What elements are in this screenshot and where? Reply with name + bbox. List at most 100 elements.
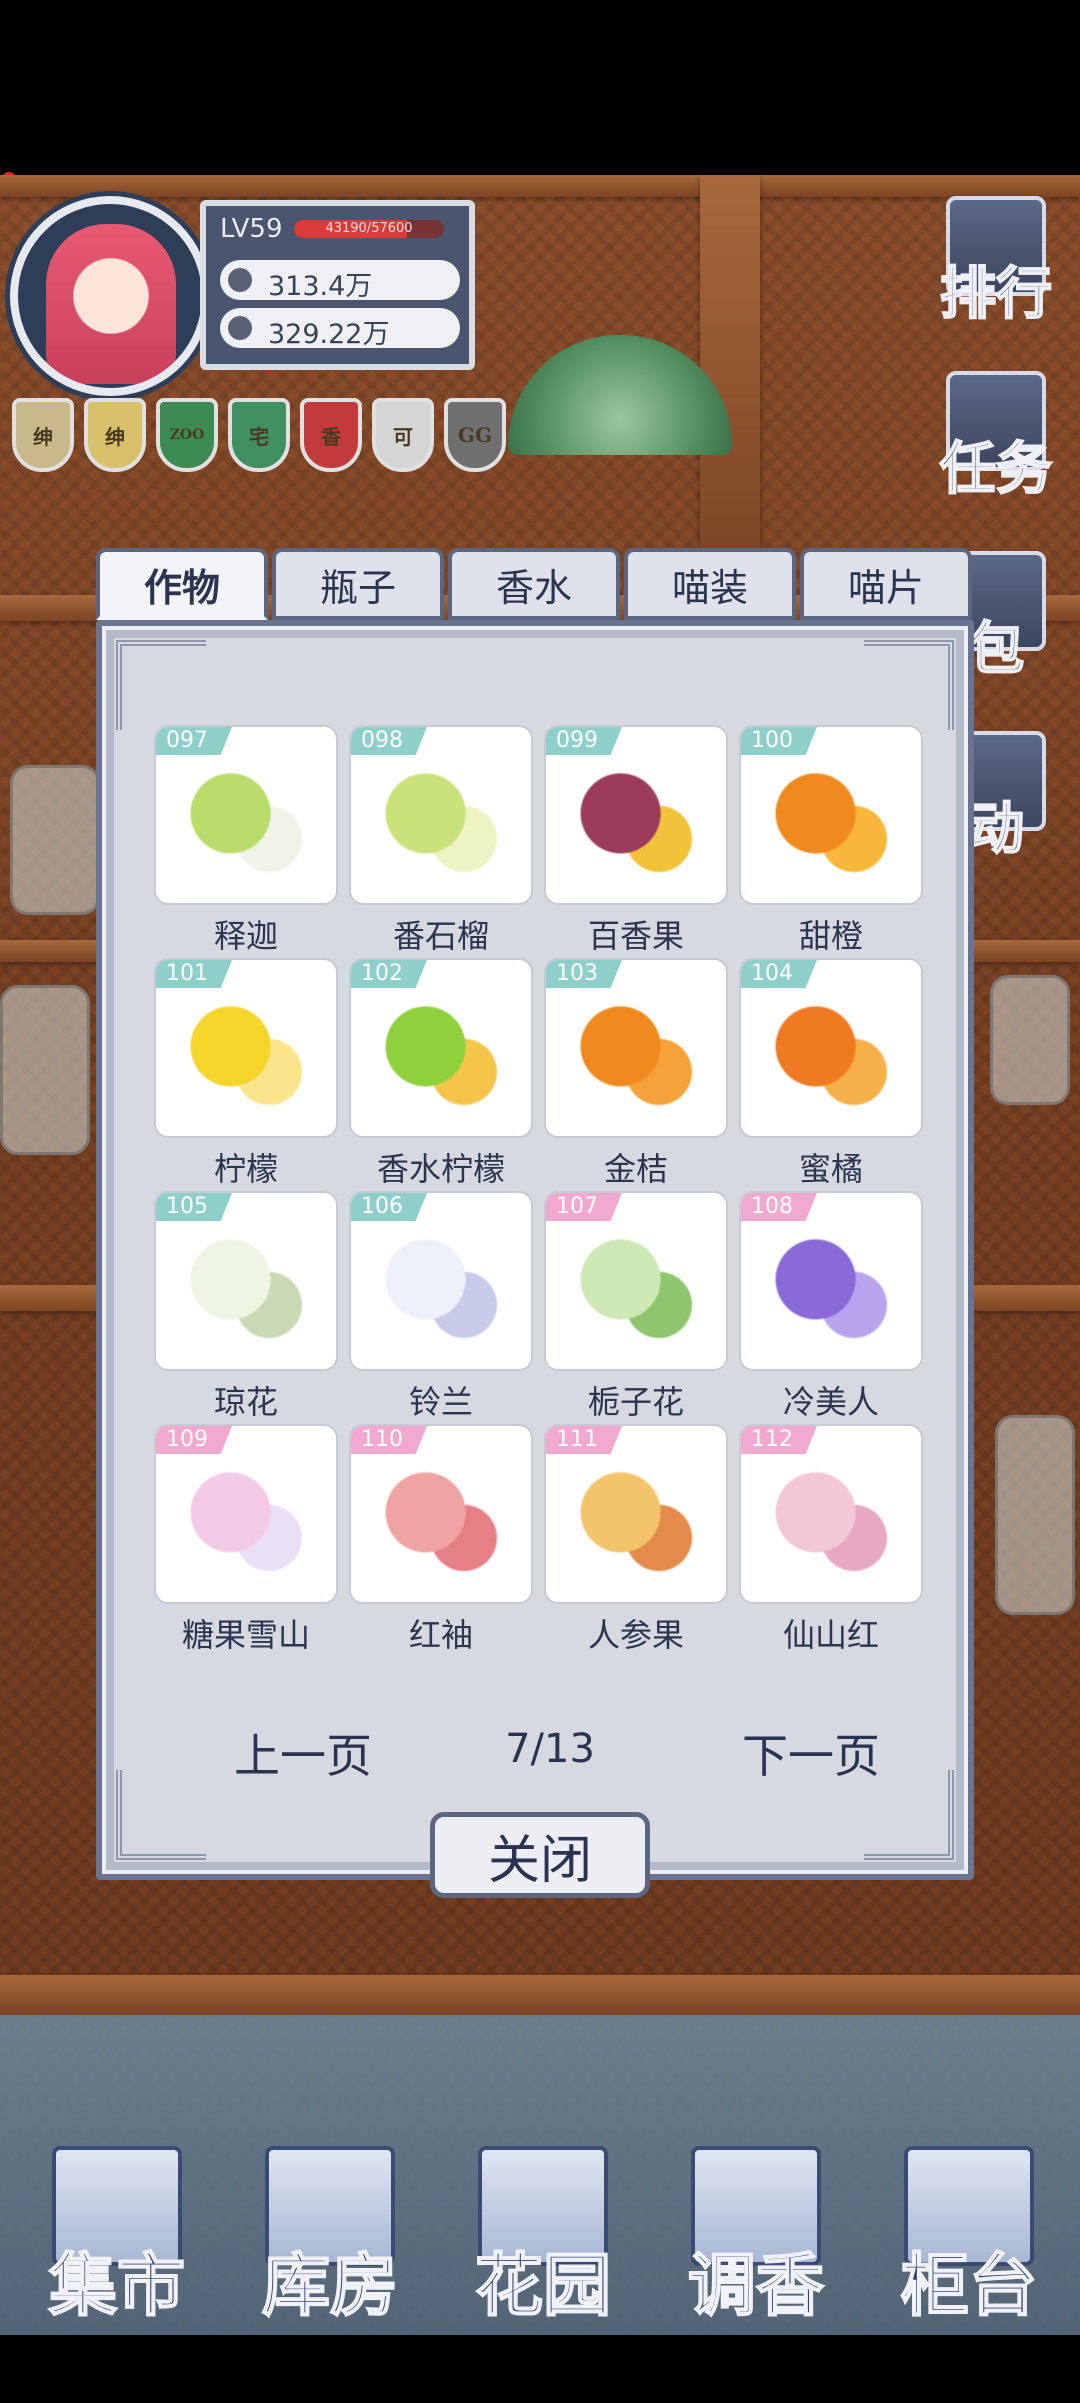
item-number-tag: 099 [546,727,622,755]
title-badge[interactable]: GG [444,398,506,472]
close-button[interactable]: 关闭 [430,1812,650,1898]
gardenia-icon [580,1233,696,1349]
side-menu-task-button[interactable]: 任务 [926,365,1066,505]
page-indicator: 7/13 [505,1726,595,1772]
item-card[interactable]: 103 金桔 [544,958,728,1188]
item-card[interactable]: 111 人参果 [544,1424,728,1654]
tab-1[interactable]: 瓶子 [272,548,444,620]
item-name: 蜜橘 [798,1150,863,1188]
item-card[interactable]: 104 蜜橘 [739,958,923,1188]
tab-2[interactable]: 香水 [448,548,620,620]
item-card[interactable]: 106 铃兰 [349,1191,533,1421]
lily-of-the-valley-icon [385,1233,501,1349]
item-name: 冷美人 [782,1383,879,1421]
nav-counter-button[interactable]: 柜台 [874,2090,1064,2327]
item-card[interactable]: 102 香水柠檬 [349,958,533,1188]
item-card[interactable]: 097 释迦 [154,725,338,955]
item-name: 人参果 [587,1616,684,1654]
item-name: 百香果 [587,917,684,955]
player-info-panel: LV59 43190/57600 313.4万 329.22万 [200,200,475,370]
nav-label: 调香 [687,2245,825,2327]
item-card[interactable]: 105 琼花 [154,1191,338,1421]
item-card[interactable]: 100 甜橙 [739,725,923,955]
nav-perfume-mixing-button[interactable]: 调香 [661,2090,851,2327]
item-name: 金桔 [603,1150,668,1188]
item-name: 仙山红 [782,1616,879,1654]
item-number-tag: 110 [351,1426,427,1454]
item-card[interactable]: 108 冷美人 [739,1191,923,1421]
item-name: 甜橙 [798,917,863,955]
purple-rose-icon [775,1233,891,1349]
counter-beam [0,1975,1080,2015]
hanging-lamp [508,335,732,455]
jar-decoration [10,765,100,915]
tab-0[interactable]: 作物 [96,548,268,620]
item-name: 释迦 [213,917,278,955]
item-name: 琼花 [213,1383,278,1421]
panel-corner-ornament [116,1770,206,1860]
title-badge[interactable]: 香 [300,398,362,472]
item-number-tag: 100 [741,727,817,755]
prev-page-button[interactable]: 上一页 [234,1720,372,1786]
badge-row: 绅绅 ZOO 宅香可 GG [12,398,512,474]
item-number-tag: 101 [156,960,232,988]
item-name: 红袖 [408,1616,473,1654]
item-number-tag: 107 [546,1193,622,1221]
nav-market-button[interactable]: 集市 [22,2090,212,2327]
item-card[interactable]: 107 栀子花 [544,1191,728,1421]
item-name: 柠檬 [213,1150,278,1188]
avatar[interactable] [10,196,210,396]
candy-rose-icon [190,1466,306,1582]
system-nav-area [0,2335,1080,2403]
currency-value: 313.4万 [268,271,373,302]
item-number-tag: 098 [351,727,427,755]
title-badge[interactable]: 可 [372,398,434,472]
item-number-tag: 112 [741,1426,817,1454]
item-card[interactable]: 110 红袖 [349,1424,533,1654]
item-name: 糖果雪山 [181,1616,310,1654]
title-badge[interactable]: 绅 [84,398,146,472]
orchid-icon [775,1466,891,1582]
item-number-tag: 109 [156,1426,232,1454]
side-menu-label: 包 [967,615,1025,683]
item-card-frame: 105 [154,1191,338,1371]
next-page-button[interactable]: 下一页 [742,1720,880,1786]
item-number-tag: 105 [156,1193,232,1221]
currency-value: 329.22万 [268,319,390,350]
item-number-tag: 097 [156,727,232,755]
item-card[interactable]: 109 糖果雪山 [154,1424,338,1654]
item-number-tag: 102 [351,960,427,988]
item-card-frame: 104 [739,958,923,1138]
mandarin-icon [775,1000,891,1116]
player-level: LV59 [220,214,283,244]
kumquat-icon [580,1000,696,1116]
item-number-tag: 108 [741,1193,817,1221]
item-card[interactable]: 112 仙山红 [739,1424,923,1654]
item-card[interactable]: 099 百香果 [544,725,728,955]
jar-decoration [995,1415,1075,1615]
nav-warehouse-button[interactable]: 库房 [235,2090,425,2327]
title-badge[interactable]: 宅 [228,398,290,472]
title-badge[interactable]: 绅 [12,398,74,472]
nav-garden-button[interactable]: 花园 [448,2090,638,2327]
panel-corner-ornament [116,640,206,730]
pagination: 上一页 7/13 下一页 [200,1720,880,1790]
title-badge[interactable]: ZOO [156,398,218,472]
item-name: 香水柠檬 [376,1150,505,1188]
item-card-frame: 097 [154,725,338,905]
item-name: 番石榴 [392,917,489,955]
jar-decoration [0,985,90,1155]
item-card-frame: 106 [349,1191,533,1371]
side-menu-ranking-button[interactable]: 排行 [926,190,1066,330]
tab-3[interactable]: 喵装 [624,548,796,620]
coin-currency-icon [228,316,252,340]
item-card[interactable]: 101 柠檬 [154,958,338,1188]
side-menu-label: 任务 [939,435,1053,503]
tab-4[interactable]: 喵片 [800,548,972,620]
item-card[interactable]: 098 番石榴 [349,725,533,955]
item-card-frame: 110 [349,1424,533,1604]
item-card-frame: 103 [544,958,728,1138]
player-profile[interactable]: LV59 43190/57600 313.4万 329.22万 [10,190,475,396]
currency-row-hearts: 313.4万 [220,260,460,302]
item-card-frame: 101 [154,958,338,1138]
